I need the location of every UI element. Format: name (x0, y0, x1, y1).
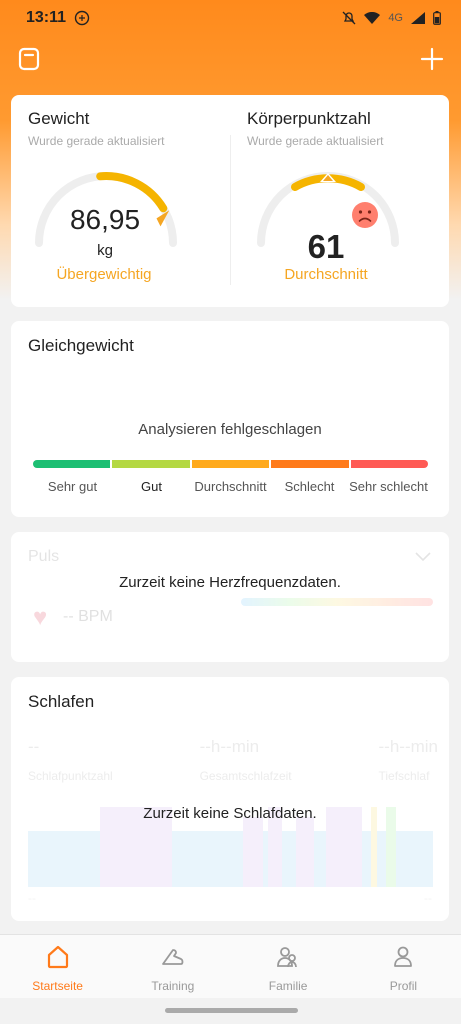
body-score-subtitle: Wurde gerade aktualisiert (247, 134, 384, 148)
weight-value: 86,95 (69, 204, 141, 235)
body-score-title: Körperpunktzahl (247, 109, 371, 128)
app-notification-icon (74, 10, 90, 26)
home-indicator[interactable] (165, 1008, 298, 1013)
pulse-title: Puls (28, 548, 60, 565)
shoe-icon (161, 949, 184, 965)
sleep-stat: --h--min Tiefschlaf (379, 737, 439, 783)
sleep-stat-label: Tiefschlaf (378, 769, 430, 783)
nav-item-profil[interactable]: Profil (346, 935, 461, 998)
nav-item-training[interactable]: Training (115, 935, 230, 998)
weight-metric[interactable]: Gewicht Wurde gerade aktualisiert 86,95 … (11, 95, 230, 307)
status-time: 13:11 (26, 9, 67, 26)
sleep-stat: --h--min Gesamtschlafzeit (200, 737, 292, 783)
balance-label: Sehr gut (47, 479, 98, 494)
balance-segment (112, 460, 190, 468)
heart-icon: ♥ (33, 604, 48, 631)
sleep-axis-start: -- (28, 891, 36, 905)
pulse-value: -- (63, 608, 74, 625)
wifi-icon (364, 12, 381, 24)
nav-label: Profil (389, 979, 418, 993)
balance-scale-labels: Sehr gut Gut Durchschnitt Schlecht Sehr … (33, 479, 428, 494)
family-icon (277, 947, 298, 968)
pulse-unit: BPM (78, 608, 113, 625)
balance-segment (33, 460, 111, 468)
balance-label: Schlecht (284, 479, 335, 494)
nav-label: Training (151, 979, 195, 993)
sleep-stat: -- Schlafpunktzahl (28, 737, 113, 783)
mute-icon (342, 11, 356, 25)
sleep-stat-value: --h--min (199, 737, 260, 756)
sleep-axis-end: -- (424, 891, 432, 905)
nav-item-familie[interactable]: Familie (231, 935, 346, 998)
signal-icon (411, 12, 425, 24)
pulse-range-bar (241, 598, 433, 606)
body-score-value: 61 (307, 228, 345, 265)
battery-icon (433, 11, 441, 25)
top-bar (0, 44, 461, 78)
sleep-title: Schlafen (28, 692, 95, 711)
add-icon[interactable] (419, 46, 445, 72)
balance-card[interactable]: Gleichgewicht Analysieren fehlgeschlagen… (11, 321, 449, 517)
nav-label: Startseite (32, 979, 83, 993)
sleep-card[interactable]: Schlafen -- Schlafpunktzahl --h--min Gesam… (11, 677, 449, 921)
balance-label: Gut (141, 479, 162, 494)
pulse-reading: -- BPM (63, 608, 113, 626)
weight-status: Übergewichtig (56, 266, 152, 283)
profile-icon (394, 946, 413, 967)
pulse-card[interactable]: Puls ♥ -- BPM Zurzeit keine Herzfrequenz… (11, 532, 449, 662)
network-type: 4G (388, 12, 403, 24)
balance-title: Gleichgewicht (28, 336, 134, 355)
device-icon[interactable] (16, 46, 42, 72)
sleep-empty-message: Zurzeit keine Schlafdaten. (143, 805, 317, 822)
balance-scale-bar (33, 460, 429, 470)
weight-unit: kg (97, 242, 113, 259)
chevron-down-icon[interactable] (415, 552, 431, 562)
balance-label: Durchschnitt (194, 479, 267, 494)
bottom-navigation: Startseite Training Familie Profil (0, 934, 461, 998)
sleep-stat-value: -- (28, 737, 40, 756)
weight-title: Gewicht (28, 109, 90, 128)
balance-label: Sehr schlecht (349, 479, 428, 494)
balance-segment (271, 460, 349, 468)
sleep-stats: -- Schlafpunktzahl --h--min Gesamtschlafze… (28, 737, 438, 783)
sad-face-icon (352, 202, 378, 228)
balance-segment (191, 460, 270, 468)
balance-message: Analysieren fehlgeschlagen (138, 421, 322, 438)
nav-label: Familie (268, 979, 308, 993)
sleep-stat-label: Gesamtschlafzeit (199, 769, 292, 783)
metrics-card[interactable]: Gewicht Wurde gerade aktualisiert 86,95 … (11, 95, 449, 307)
body-score-metric[interactable]: Körperpunktzahl Wurde gerade aktualisier… (230, 95, 449, 307)
sleep-stat-label: Schlafpunktzahl (28, 769, 113, 783)
home-icon (47, 945, 68, 969)
nav-item-startseite[interactable]: Startseite (0, 935, 115, 998)
pulse-empty-message: Zurzeit keine Herzfrequenzdaten. (119, 574, 341, 591)
balance-segment (350, 460, 429, 468)
body-score-status: Durchschnitt (284, 266, 368, 283)
status-bar: 13:11 4G (0, 0, 461, 36)
weight-subtitle: Wurde gerade aktualisiert (28, 134, 165, 148)
sleep-stat-value: --h--min (378, 737, 439, 756)
